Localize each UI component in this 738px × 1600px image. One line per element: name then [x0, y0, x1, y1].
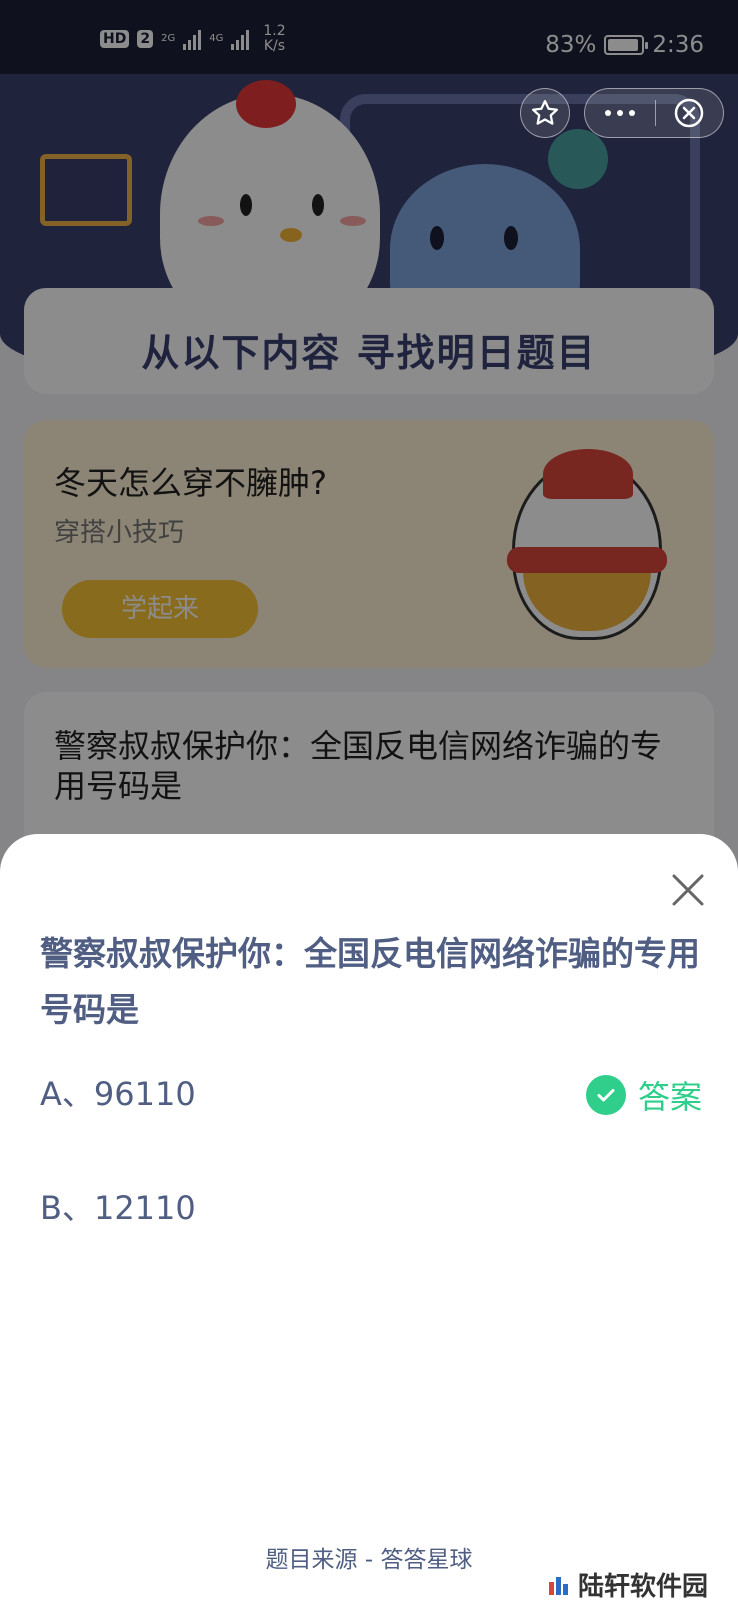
exit-button[interactable]: [656, 89, 724, 137]
favorite-button[interactable]: [520, 88, 570, 138]
option-a[interactable]: A、96110 答案: [40, 1062, 702, 1122]
watermark-logo-icon: [549, 1576, 568, 1595]
watermark: 陆轩软件园: [548, 1566, 708, 1600]
close-icon[interactable]: [666, 868, 710, 912]
exit-icon: [675, 98, 704, 128]
capsule-menu: [584, 88, 724, 138]
answer-tag: 答案: [585, 1072, 702, 1118]
check-icon: [585, 1075, 626, 1115]
watermark-text: 陆轩软件园: [578, 1572, 709, 1600]
option-b[interactable]: B、12110: [40, 1176, 700, 1236]
answer-label: 答案: [637, 1078, 702, 1116]
sheet-question: 警察叔叔保护你：全国反电信网络诈骗的专用号码是: [40, 934, 700, 1029]
more-icon[interactable]: [585, 89, 655, 137]
option-b-label: B、12110: [40, 1189, 196, 1227]
option-a-label: A、96110: [40, 1075, 196, 1113]
star-icon: [532, 100, 558, 125]
